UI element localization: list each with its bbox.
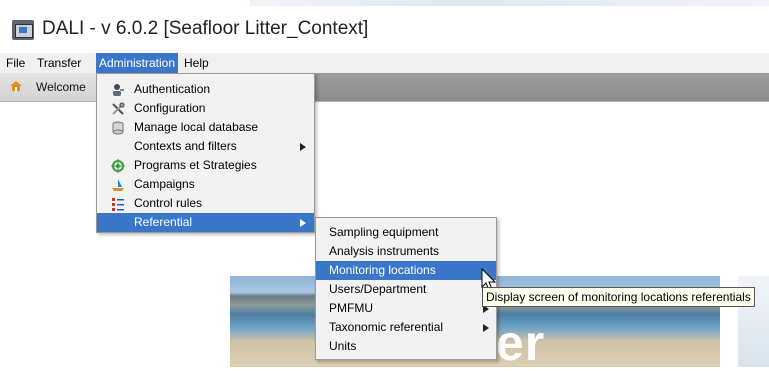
submenu-item-label: Taxonomic referential xyxy=(329,320,444,334)
banner-text: er xyxy=(496,315,546,371)
submenu-arrow-icon xyxy=(300,143,306,151)
submenu-item-label: Analysis instruments xyxy=(329,244,440,258)
submenu-item-pmfmu[interactable]: PMFMU xyxy=(316,299,496,318)
tools-icon xyxy=(112,102,125,115)
boat-icon xyxy=(112,179,124,191)
tab-welcome[interactable]: Welcome xyxy=(36,80,86,94)
menu-item-control-rules[interactable]: Control rules xyxy=(97,194,314,213)
submenu-item-units[interactable]: Units xyxy=(316,337,496,356)
menu-transfer[interactable]: Transfer xyxy=(34,53,84,73)
menu-item-campaigns[interactable]: Campaigns xyxy=(97,175,314,194)
tooltip: Display screen of monitoring locations r… xyxy=(482,287,755,307)
menu-item-programs-et-strategies[interactable]: Programs et Strategies xyxy=(97,156,314,175)
submenu-item-sampling-equipment[interactable]: Sampling equipment xyxy=(316,223,496,242)
menu-item-label: Programs et Strategies xyxy=(134,158,257,172)
menu-bar: File Transfer Administration Help xyxy=(0,53,769,73)
menu-item-label: Configuration xyxy=(134,101,206,115)
submenu-item-label: Monitoring locations xyxy=(329,263,436,277)
menu-administration[interactable]: Administration xyxy=(96,53,179,73)
window-title: DALI - v 6.0.2 [Seafloor Litter_Context] xyxy=(42,18,369,39)
user-key-icon xyxy=(113,84,124,96)
menu-item-label: Contexts and filters xyxy=(134,139,237,153)
submenu-item-users-department[interactable]: Users/Department xyxy=(316,280,496,299)
background-window-strip xyxy=(250,0,769,6)
menu-item-configuration[interactable]: Configuration xyxy=(97,99,314,118)
menu-item-label: Authentication xyxy=(134,82,211,96)
submenu-item-monitoring-locations[interactable]: Monitoring locations xyxy=(316,261,496,280)
submenu-arrow-icon xyxy=(483,324,489,332)
menu-item-manage-local-database[interactable]: Manage local database xyxy=(97,118,314,137)
submenu-item-label: Units xyxy=(329,339,357,353)
title-bar: DALI - v 6.0.2 [Seafloor Litter_Context] xyxy=(0,0,769,50)
submenu-arrow-icon xyxy=(300,219,306,227)
menu-help[interactable]: Help xyxy=(181,53,212,73)
menu-item-authentication[interactable]: Authentication xyxy=(97,80,314,99)
submenu-item-analysis-instruments[interactable]: Analysis instruments xyxy=(316,242,496,261)
referential-submenu: Sampling equipment Analysis instruments … xyxy=(315,217,497,360)
menu-item-label: Campaigns xyxy=(134,177,195,191)
submenu-item-label: PMFMU xyxy=(329,301,373,315)
app-icon xyxy=(12,20,34,40)
submenu-item-label: Users/Department xyxy=(329,282,427,296)
home-icon xyxy=(10,81,22,91)
database-icon xyxy=(112,121,124,135)
menu-item-label: Manage local database xyxy=(134,120,259,134)
administration-menu: Authentication Configuration Manage loca… xyxy=(96,73,315,233)
submenu-item-label: Sampling equipment xyxy=(329,225,439,239)
menu-item-contexts-and-filters[interactable]: Contexts and filters xyxy=(97,137,314,156)
tab-bar-fill xyxy=(313,73,769,101)
target-icon xyxy=(111,159,125,173)
menu-item-label: Referential xyxy=(134,215,193,229)
submenu-item-taxonomic-referential[interactable]: Taxonomic referential xyxy=(316,318,496,337)
menu-item-referential[interactable]: Referential xyxy=(97,213,314,232)
menu-file[interactable]: File xyxy=(3,53,28,73)
checklist-icon xyxy=(112,198,124,211)
menu-item-label: Control rules xyxy=(134,196,203,210)
